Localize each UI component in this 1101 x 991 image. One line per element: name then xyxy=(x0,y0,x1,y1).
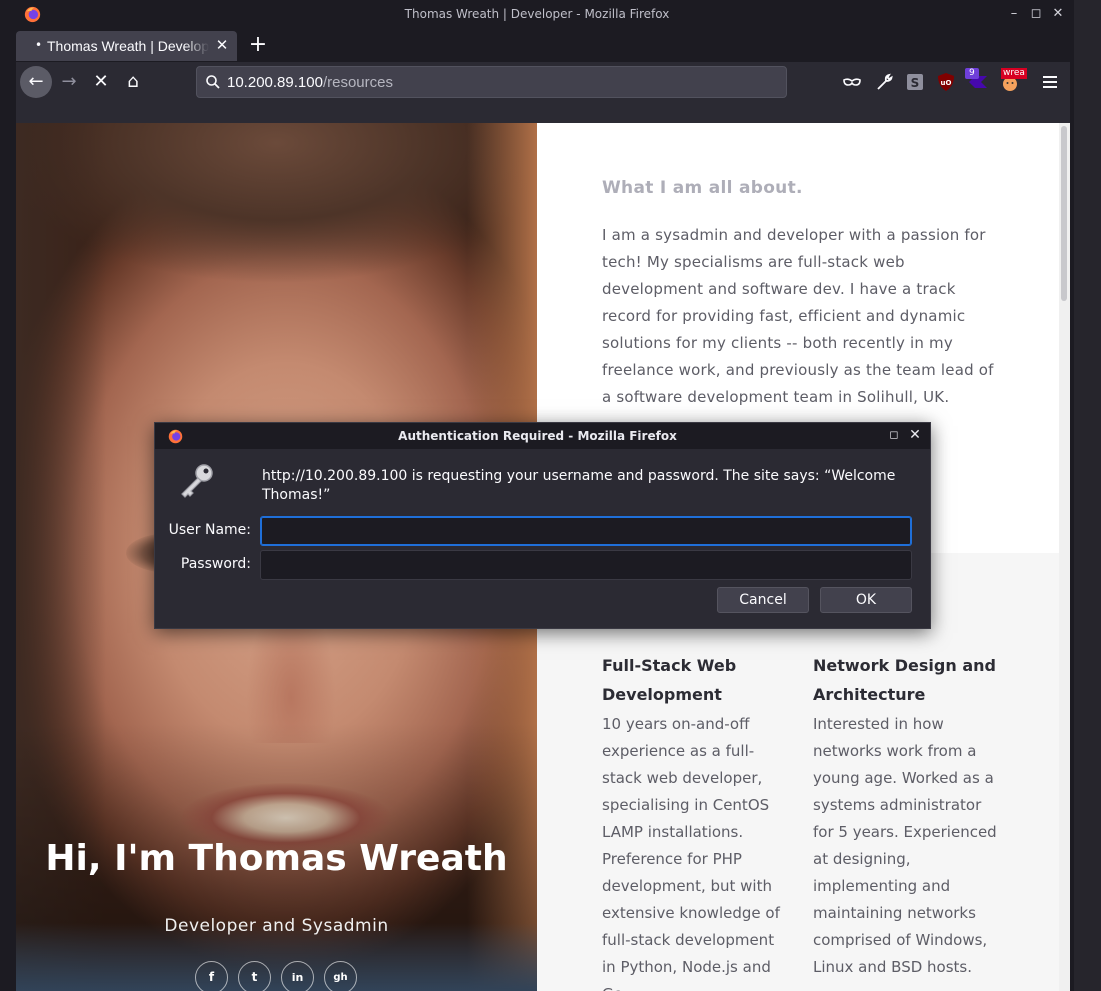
svg-text:S: S xyxy=(911,76,920,90)
tab-label: Thomas Wreath | Developer xyxy=(47,38,209,54)
about-text: I am a sysadmin and developer with a pas… xyxy=(602,226,994,406)
stop-button[interactable]: ✕ xyxy=(85,66,117,98)
twitter-icon[interactable]: t xyxy=(238,961,271,991)
url-bar[interactable]: 10.200.89.100/resources xyxy=(196,66,787,98)
dialog-maximize-icon[interactable]: ◻ xyxy=(887,428,901,442)
ok-button[interactable]: OK xyxy=(820,587,912,613)
hero-title: Hi, I'm Thomas Wreath xyxy=(45,838,508,879)
close-window-button[interactable]: ✕ xyxy=(1050,5,1066,23)
window-title: Thomas Wreath | Developer - Mozilla Fire… xyxy=(404,7,670,21)
search-icon xyxy=(206,75,220,89)
tab-loading-indicator: • xyxy=(35,38,43,52)
minimize-button[interactable]: – xyxy=(1006,5,1022,23)
auth-dialog: Authentication Required - Mozilla Firefo… xyxy=(154,422,931,629)
extension-badge-text: wrea xyxy=(1001,68,1027,79)
auth-message: http://10.200.89.100 is requesting your … xyxy=(262,468,896,503)
skill-text: 10 years on-and-off experience as a full… xyxy=(602,715,780,991)
desktop-background xyxy=(1074,0,1101,991)
browser-window: Thomas Wreath | Developer - Mozilla Fire… xyxy=(0,0,1074,991)
dialog-titlebar: Authentication Required - Mozilla Firefo… xyxy=(155,423,930,449)
home-button[interactable]: ⌂ xyxy=(117,66,149,98)
svg-text:uO: uO xyxy=(941,79,952,87)
facebook-icon[interactable]: f xyxy=(195,961,228,991)
scrollbar-thumb[interactable] xyxy=(1061,126,1067,301)
skill-title: Network Design and Architecture xyxy=(813,656,996,704)
s-extension-icon[interactable]: S xyxy=(903,70,927,94)
hero-subtitle: Developer and Sysadmin xyxy=(164,916,389,936)
tab-strip: • Thomas Wreath | Developer ✕ + xyxy=(16,30,1070,62)
reader-mask-icon[interactable] xyxy=(840,70,864,94)
toolbar-spacer xyxy=(16,102,1070,123)
about-heading: What I am all about. xyxy=(602,178,803,198)
maximize-button[interactable]: ◻ xyxy=(1028,5,1044,23)
username-label: User Name: xyxy=(168,522,251,538)
wrench-icon[interactable] xyxy=(872,70,896,94)
forward-button[interactable]: → xyxy=(53,66,85,98)
window-titlebar: Thomas Wreath | Developer - Mozilla Fire… xyxy=(0,0,1074,30)
username-input[interactable] xyxy=(260,516,912,546)
skill-title: Full-Stack Web Development xyxy=(602,656,737,704)
page-scrollbar[interactable] xyxy=(1059,123,1070,991)
skill-text: Interested in how networks work from a y… xyxy=(813,715,997,976)
tab-close-icon[interactable]: ✕ xyxy=(213,36,231,54)
password-input[interactable] xyxy=(260,550,912,580)
ublock-icon[interactable]: uO xyxy=(934,70,958,94)
new-tab-button[interactable]: + xyxy=(246,33,270,57)
url-host: 10.200.89.100 xyxy=(227,74,323,91)
extension-badge-count: 9 xyxy=(965,68,979,79)
back-button[interactable]: ← xyxy=(20,66,52,98)
dialog-title: Authentication Required - Mozilla Firefo… xyxy=(398,429,677,443)
url-path: /resources xyxy=(322,74,393,91)
navigation-toolbar: ← → ✕ ⌂ 10.200.89.100/resources S uO xyxy=(16,62,1070,102)
skill-card-web: Full-Stack Web Development 10 years on-a… xyxy=(602,651,792,991)
tab-thomas-wreath[interactable]: • Thomas Wreath | Developer ✕ xyxy=(16,31,237,61)
password-label: Password: xyxy=(180,556,251,572)
hamburger-menu-icon[interactable] xyxy=(1040,72,1060,92)
linkedin-icon[interactable]: in xyxy=(281,961,314,991)
cancel-button[interactable]: Cancel xyxy=(717,587,809,613)
github-icon[interactable]: gh xyxy=(324,961,357,991)
url-text: 10.200.89.100/resources xyxy=(227,74,393,91)
skill-card-network: Network Design and Architecture Interest… xyxy=(813,651,1003,981)
dialog-close-icon[interactable]: ✕ xyxy=(907,427,923,443)
key-icon xyxy=(181,464,213,498)
